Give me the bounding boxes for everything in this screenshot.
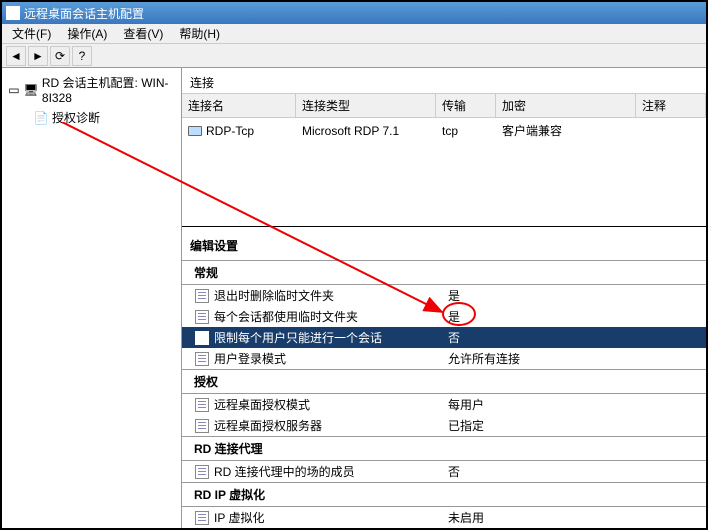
toolbar-help[interactable]: ? — [72, 46, 92, 66]
tree-root-label: RD 会话主机配置: WIN-8I328 — [42, 74, 175, 105]
toolbar: ◄ ► ⟳ ? — [2, 44, 706, 68]
menu-help[interactable]: 帮助(H) — [173, 23, 226, 44]
conn-enc: 客户端兼容 — [496, 120, 636, 141]
content-panel: 连接 连接名 连接类型 传输 加密 注释 RDP-Tcp Microsoft R… — [182, 68, 706, 528]
connection-icon — [188, 126, 202, 136]
setting-value: 是 — [448, 308, 706, 325]
tree-panel: ▭ 🖥 RD 会话主机配置: WIN-8I328 📄 授权诊断 — [2, 68, 182, 528]
window-title: 远程桌面会话主机配置 — [24, 5, 144, 22]
setting-value: 否 — [448, 463, 706, 480]
setting-row-selected[interactable]: 限制每个用户只能进行一个会话 否 — [182, 327, 706, 348]
setting-row[interactable]: 用户登录模式 允许所有连接 — [182, 348, 706, 369]
toolbar-forward[interactable]: ► — [28, 46, 48, 66]
setting-row[interactable]: 远程桌面授权服务器 已指定 — [182, 415, 706, 436]
connections-table: 连接名 连接类型 传输 加密 注释 RDP-Tcp Microsoft RDP … — [182, 93, 706, 143]
toolbar-back[interactable]: ◄ — [6, 46, 26, 66]
setting-label: IP 虚拟化 — [214, 509, 444, 526]
paper-icon — [194, 351, 210, 367]
menubar: 文件(F) 操作(A) 查看(V) 帮助(H) — [2, 24, 706, 44]
setting-value: 否 — [448, 329, 706, 346]
conn-type: Microsoft RDP 7.1 — [296, 120, 436, 141]
group-auth: 授权 — [182, 369, 706, 394]
setting-label: 退出时删除临时文件夹 — [214, 287, 444, 304]
conn-note — [636, 120, 706, 141]
paper-icon — [194, 309, 210, 325]
menu-action[interactable]: 操作(A) — [61, 23, 113, 44]
tree-child-label: 授权诊断 — [52, 109, 100, 126]
paper-icon — [194, 288, 210, 304]
conn-trans: tcp — [436, 120, 496, 141]
setting-value: 是 — [448, 287, 706, 304]
connections-header: 连接名 连接类型 传输 加密 注释 — [182, 93, 706, 118]
paper-icon — [194, 330, 210, 346]
setting-row[interactable]: 每个会话都使用临时文件夹 是 — [182, 306, 706, 327]
setting-label: 限制每个用户只能进行一个会话 — [214, 329, 444, 346]
setting-label: RD 连接代理中的场的成员 — [214, 463, 444, 480]
group-general: 常规 — [182, 260, 706, 285]
setting-label: 每个会话都使用临时文件夹 — [214, 308, 444, 325]
setting-value: 已指定 — [448, 417, 706, 434]
tree-child[interactable]: 📄 授权诊断 — [6, 107, 177, 128]
connection-row[interactable]: RDP-Tcp Microsoft RDP 7.1 tcp 客户端兼容 — [182, 118, 706, 143]
setting-label: 用户登录模式 — [214, 350, 444, 367]
header-trans[interactable]: 传输 — [436, 94, 496, 117]
setting-value: 未启用 — [448, 509, 706, 526]
menu-file[interactable]: 文件(F) — [6, 23, 57, 44]
header-type[interactable]: 连接类型 — [296, 94, 436, 117]
conn-name: RDP-Tcp — [206, 124, 254, 138]
titlebar: 远程桌面会话主机配置 — [2, 2, 706, 24]
group-broker: RD 连接代理 — [182, 436, 706, 461]
setting-row[interactable]: 退出时删除临时文件夹 是 — [182, 285, 706, 306]
tree-toggle-icon: ▭ — [8, 83, 20, 97]
setting-row[interactable]: IP 虚拟化 未启用 — [182, 507, 706, 528]
setting-row[interactable]: 远程桌面授权模式 每用户 — [182, 394, 706, 415]
tree-root[interactable]: ▭ 🖥 RD 会话主机配置: WIN-8I328 — [6, 72, 177, 107]
settings-label: 编辑设置 — [182, 231, 706, 260]
header-name[interactable]: 连接名 — [182, 94, 296, 117]
paper-icon — [194, 464, 210, 480]
app-icon — [6, 6, 20, 20]
paper-icon — [194, 510, 210, 526]
setting-label: 远程桌面授权模式 — [214, 396, 444, 413]
paper-icon — [194, 418, 210, 434]
toolbar-refresh[interactable]: ⟳ — [50, 46, 70, 66]
connections-label: 连接 — [182, 68, 706, 93]
setting-value: 允许所有连接 — [448, 350, 706, 367]
setting-value: 每用户 — [448, 396, 706, 413]
group-ipvirt: RD IP 虚拟化 — [182, 482, 706, 507]
computer-icon: 🖥 — [24, 83, 38, 97]
header-enc[interactable]: 加密 — [496, 94, 636, 117]
setting-label: 远程桌面授权服务器 — [214, 417, 444, 434]
document-icon: 📄 — [34, 111, 48, 125]
header-note[interactable]: 注释 — [636, 94, 706, 117]
paper-icon — [194, 397, 210, 413]
menu-view[interactable]: 查看(V) — [117, 23, 169, 44]
divider — [182, 226, 706, 227]
setting-row[interactable]: RD 连接代理中的场的成员 否 — [182, 461, 706, 482]
